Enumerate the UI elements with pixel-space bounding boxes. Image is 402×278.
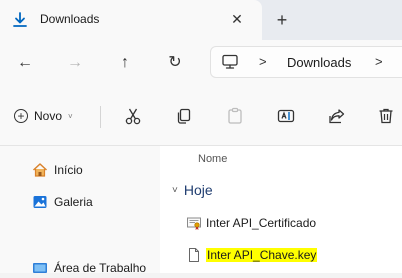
sidebar-item-label: Galeria — [54, 195, 93, 209]
navigation-bar: ← → ↑ ↻ > Downloads > — [0, 40, 402, 86]
list-item[interactable]: Inter API_Chave.key — [186, 246, 318, 264]
toolbar-divider — [100, 106, 101, 128]
share-icon[interactable] — [327, 106, 347, 126]
navigation-pane: Início Galeria Área de Trabalho — [0, 146, 160, 275]
sidebar-item-home[interactable]: Início — [32, 160, 83, 180]
close-tab-icon[interactable]: ✕ — [228, 10, 246, 28]
explorer-body: Início Galeria Área de Trabalho Nome ˅ H… — [0, 146, 402, 275]
gallery-icon — [33, 196, 47, 208]
breadcrumb-separator[interactable]: > — [375, 54, 383, 69]
chevron-down-icon: ˅ — [172, 184, 178, 196]
blank-file-icon — [189, 248, 199, 262]
new-tab-button[interactable]: + — [272, 10, 292, 30]
plus-circle-icon: + — [14, 109, 28, 123]
tab-title: Downloads — [40, 12, 100, 26]
breadcrumb-downloads[interactable]: Downloads — [287, 55, 351, 70]
sidebar-item-desktop[interactable]: Área de Trabalho — [32, 258, 146, 278]
download-icon — [13, 12, 27, 27]
home-icon — [32, 163, 48, 177]
paste-icon[interactable] — [225, 106, 245, 126]
rename-icon[interactable] — [276, 106, 296, 126]
list-item[interactable]: Inter API_Certificado — [186, 214, 316, 232]
address-bar[interactable]: > Downloads > — [210, 46, 402, 78]
tab-bar: Downloads ✕ + — [0, 0, 402, 40]
cut-icon[interactable] — [123, 106, 143, 126]
back-button[interactable]: ← — [14, 52, 36, 74]
sidebar-item-label: Início — [54, 163, 83, 177]
forward-button[interactable]: → — [64, 52, 86, 74]
chevron-down-icon: ˅ — [68, 111, 73, 121]
sidebar-item-gallery[interactable]: Galeria — [32, 192, 93, 212]
tab-downloads[interactable]: Downloads ✕ — [0, 0, 262, 40]
new-button[interactable]: + Novo ˅ — [14, 104, 73, 128]
group-label: Hoje — [183, 182, 213, 198]
certificate-file-icon — [187, 217, 201, 230]
up-button[interactable]: ↑ — [114, 52, 136, 74]
delete-icon[interactable] — [376, 106, 396, 126]
copy-icon[interactable] — [174, 106, 194, 126]
breadcrumb-separator: > — [259, 54, 267, 69]
file-name: Inter API_Chave.key — [206, 248, 318, 262]
file-name: Inter API_Certificado — [206, 216, 317, 230]
command-bar: + Novo ˅ — [0, 86, 402, 146]
new-button-label: Novo — [34, 109, 63, 123]
refresh-button[interactable]: ↻ — [164, 52, 186, 74]
desktop-icon — [33, 263, 47, 273]
column-header-name[interactable]: Nome — [198, 153, 227, 165]
group-header-today[interactable]: ˅ Hoje — [172, 182, 213, 198]
file-list: Nome ˅ Hoje Inter API_Certificado Inter … — [160, 146, 402, 273]
computer-icon — [222, 54, 238, 69]
